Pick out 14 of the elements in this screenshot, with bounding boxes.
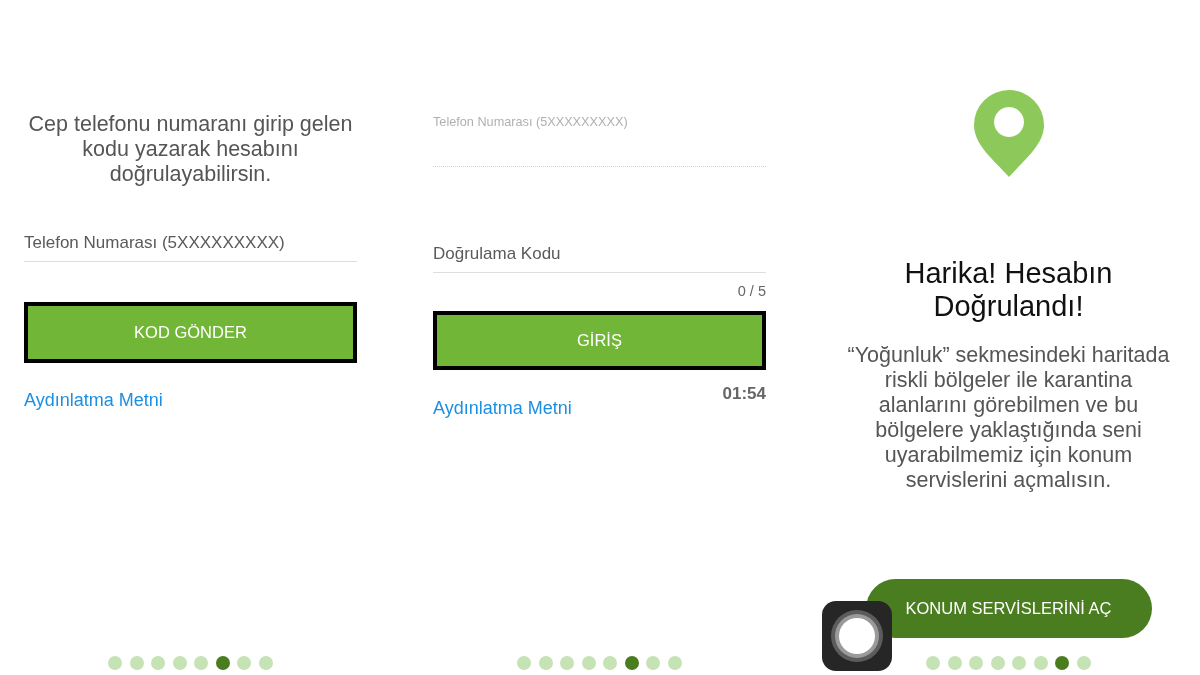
submit-button[interactable]: KOD GÖNDER: [24, 302, 357, 363]
input-field[interactable]: Telefon Numarası (5XXXXXXXXX): [24, 230, 357, 262]
notice-link[interactable]: Aydınlatma Metni: [433, 398, 572, 418]
floating-ring-button-icon[interactable]: [822, 601, 892, 671]
countdown-timer: 01:54: [722, 384, 766, 404]
location-message: “Yoğunluk” sekmesindeki haritada riskli bölgeler ile karantina alanlarını görebilmen ve bu bölgelere yaklaştığında seni uyarabilmemiz için konum servislerini açmalısın.: [846, 343, 1171, 493]
submit-button[interactable]: GİRİŞ: [433, 311, 766, 370]
instruction-text: Cep telefonu numaranı girip gelen kodu yazarak hesabını doğrulayabilirsin.: [27, 112, 354, 187]
location-services-button[interactable]: KONUM SERVİSLERİNİ AÇ: [865, 579, 1152, 638]
map-pin-icon: [973, 90, 1044, 177]
input-field[interactable]: Doğrulama Kodu: [433, 241, 766, 273]
character-counter: 0 / 5: [737, 283, 766, 299]
notice-link[interactable]: Aydınlatma Metni: [24, 390, 163, 410]
success-heading: Harika! Hesabın Doğrulandı!: [903, 257, 1114, 323]
